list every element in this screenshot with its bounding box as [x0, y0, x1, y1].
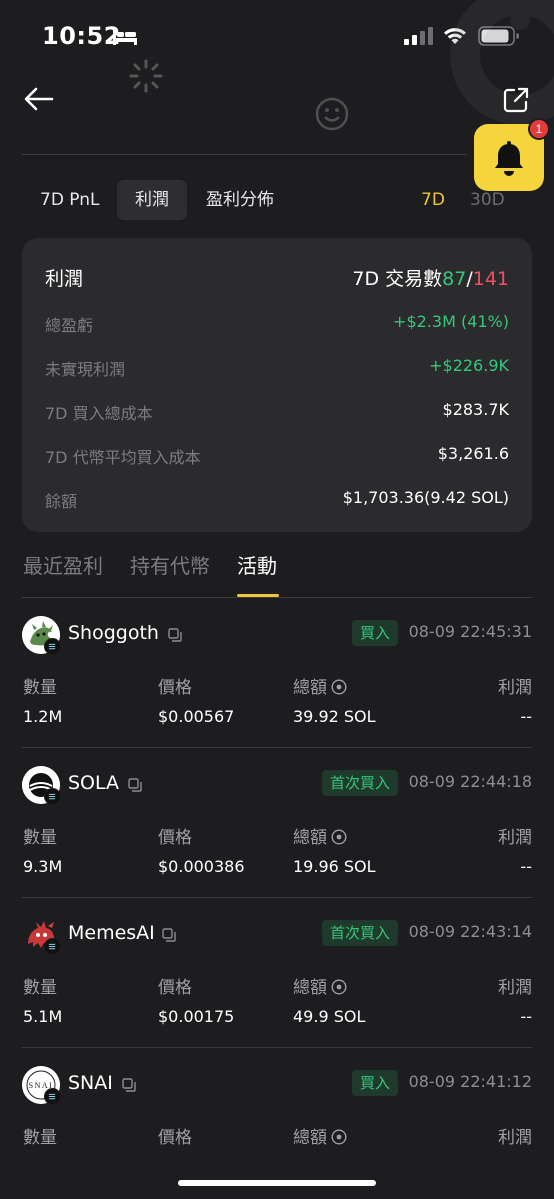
profit-value: --: [520, 1007, 532, 1026]
copy-icon[interactable]: [168, 628, 182, 642]
column-quantity-label: 數量: [23, 678, 57, 698]
column-price-label: 價格: [158, 828, 192, 848]
total-value: 49.9 SOL: [293, 1007, 366, 1026]
column-total-label: 總額: [293, 973, 347, 998]
price-value: $0.00175: [158, 1007, 235, 1026]
section-tabs: 最近盈利 持有代幣 活動: [0, 550, 554, 598]
card-title: 利潤: [45, 268, 84, 290]
column-quantity-label: 數量: [23, 978, 57, 998]
solana-chain-icon: [44, 788, 61, 805]
row-total-pnl: 總盈虧 +$2.3M (41%): [45, 312, 509, 336]
total-value: 39.92 SOL: [293, 707, 376, 726]
row-value: +$2.3M (41%): [393, 312, 509, 331]
column-quantity-label: 數量: [23, 828, 57, 848]
profit-value: --: [520, 707, 532, 726]
tab-7d-pnl[interactable]: 7D PnL: [40, 180, 100, 220]
tab-recent-profit[interactable]: 最近盈利: [23, 550, 103, 579]
row-label: 總盈虧: [45, 316, 94, 335]
filter-bar: 7D PnL 利潤 盈利分佈 7D 30D: [0, 180, 554, 220]
row-label: 餘額: [45, 492, 78, 511]
trade-timestamp: 08-09 22:43:14: [408, 922, 532, 941]
token-name: Shoggoth: [68, 622, 159, 644]
trade-timestamp: 08-09 22:44:18: [408, 772, 532, 791]
row-label: 7D 代幣平均買入成本: [45, 448, 201, 467]
row-label: 7D 買入總成本: [45, 404, 153, 423]
sleep-mode-icon: [113, 30, 137, 45]
solana-chain-icon: [44, 938, 61, 955]
column-profit-label: 利潤: [498, 978, 532, 998]
column-price-label: 價格: [158, 978, 192, 998]
column-total-label: 總額: [293, 673, 347, 698]
profit-summary-card: 利潤 7D 交易數87/141 總盈虧 +$2.3M (41%) 未實現利潤 +…: [22, 238, 532, 532]
quantity-value: 9.3M: [23, 857, 63, 876]
row-label: 未實現利潤: [45, 360, 126, 379]
trade-timestamp: 08-09 22:41:12: [408, 1072, 532, 1091]
row-value: $3,261.6: [437, 444, 509, 463]
column-price-label: 價格: [158, 678, 192, 698]
row-avg-buy-cost: 7D 代幣平均買入成本 $3,261.6: [45, 444, 509, 468]
back-arrow-icon[interactable]: [22, 84, 56, 114]
decorative-spinner-icon: [129, 59, 163, 93]
currency-toggle-icon[interactable]: [331, 979, 347, 995]
currency-toggle-icon[interactable]: [331, 1129, 347, 1145]
solana-chain-icon: [44, 1088, 61, 1105]
token-name: SOLA: [68, 772, 120, 794]
tab-activity[interactable]: 活動: [237, 550, 277, 579]
row-value: $1,703.36(9.42 SOL): [342, 488, 509, 507]
home-indicator[interactable]: [178, 1180, 376, 1186]
activity-item[interactable]: Shoggoth 買入 08-09 22:45:31 數量 價格 總額 利潤 1…: [0, 598, 554, 748]
copy-icon[interactable]: [162, 928, 176, 942]
tab-profit-distribution[interactable]: 盈利分佈: [206, 180, 274, 220]
decorative-smiley-icon: [315, 97, 349, 131]
currency-toggle-icon[interactable]: [331, 829, 347, 845]
activity-item[interactable]: SOLA 首次買入 08-09 22:44:18 數量 價格 總額 利潤 9.3…: [0, 748, 554, 898]
column-price-label: 價格: [158, 1128, 192, 1148]
row-value: $283.7K: [442, 400, 509, 419]
column-total-label: 總額: [293, 823, 347, 848]
trade-type-tag: 買入: [351, 620, 398, 646]
profit-value: --: [520, 857, 532, 876]
copy-icon[interactable]: [128, 778, 142, 792]
trade-total: 141: [472, 268, 509, 290]
notification-badge: 1: [528, 118, 550, 140]
column-total-label: 總額: [293, 1123, 347, 1148]
row-unrealized-profit: 未實現利潤 +$226.9K: [45, 356, 509, 380]
cellular-signal-icon: [404, 27, 433, 45]
trade-wins: 87: [442, 268, 467, 290]
copy-icon[interactable]: [122, 1078, 136, 1092]
trade-type-tag: 首次買入: [321, 920, 398, 946]
share-icon[interactable]: [502, 86, 530, 114]
row-balance: 餘額 $1,703.36(9.42 SOL): [45, 488, 509, 512]
trade-timestamp: 08-09 22:45:31: [408, 622, 532, 641]
token-name: SNAI: [68, 1072, 113, 1094]
currency-toggle-icon[interactable]: [331, 679, 347, 695]
token-name: MemesAI: [68, 922, 155, 944]
price-value: $0.00567: [158, 707, 235, 726]
tab-holdings[interactable]: 持有代幣: [130, 550, 210, 579]
tab-profit[interactable]: 利潤: [117, 180, 187, 220]
column-quantity-label: 數量: [23, 1128, 57, 1148]
row-buy-cost: 7D 買入總成本 $283.7K: [45, 400, 509, 424]
status-time: 10:52: [42, 22, 121, 50]
column-profit-label: 利潤: [498, 828, 532, 848]
trade-count-label: 7D 交易數: [352, 268, 443, 290]
trade-count: 7D 交易數87/141: [352, 264, 509, 291]
column-profit-label: 利潤: [498, 1128, 532, 1148]
solana-chain-icon: [44, 638, 61, 655]
row-value: +$226.9K: [429, 356, 509, 375]
quantity-value: 5.1M: [23, 1007, 63, 1026]
period-30d[interactable]: 30D: [470, 180, 505, 220]
quantity-value: 1.2M: [23, 707, 63, 726]
column-profit-label: 利潤: [498, 678, 532, 698]
activity-item[interactable]: SNAI SNAI 買入 08-09 22:41:12 數量 價格 總額 利潤: [0, 1048, 554, 1199]
period-7d[interactable]: 7D: [421, 180, 445, 220]
activity-item[interactable]: MemesAI 首次買入 08-09 22:43:14 數量 價格 總額 利潤 …: [0, 898, 554, 1048]
trade-type-tag: 首次買入: [321, 770, 398, 796]
price-value: $0.000386: [158, 857, 245, 876]
trade-type-tag: 買入: [351, 1070, 398, 1096]
total-value: 19.96 SOL: [293, 857, 376, 876]
header-divider: [22, 154, 467, 155]
